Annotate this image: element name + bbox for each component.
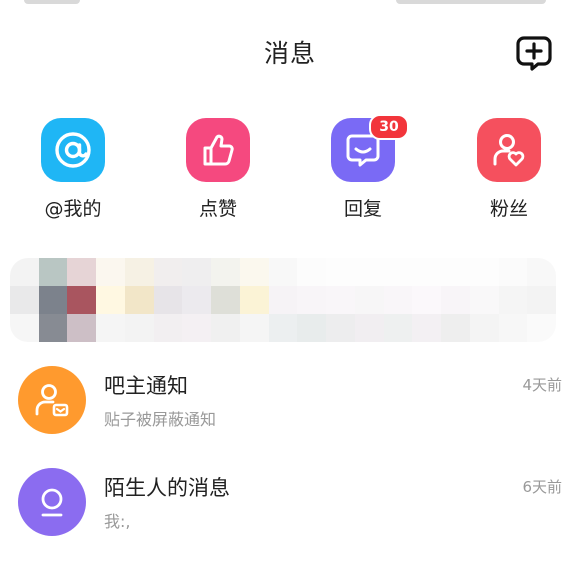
messages-page: 消息 @我的 点赞 30 回复 粉丝 吧主通知 贴子被屏蔽通知 4天前 陌生人的… [0, 0, 580, 561]
item-title: 吧主通知 [104, 374, 188, 398]
item-subtitle: 贴子被屏蔽通知 [104, 410, 217, 429]
person-icon [41, 488, 63, 517]
list-item-stranger-messages[interactable]: 陌生人的消息 我:, 6天前 [0, 466, 580, 546]
likes-tile [186, 118, 250, 182]
category-label: 回复 [343, 198, 382, 220]
category-replies[interactable]: 30 回复 [303, 114, 423, 221]
list-item-admin-notice[interactable]: 吧主通知 贴子被屏蔽通知 4天前 [0, 364, 580, 444]
category-label: 粉丝 [489, 198, 528, 220]
category-at-me[interactable]: @我的 [13, 118, 133, 221]
at-icon [55, 132, 91, 168]
compose-chat-icon [516, 36, 552, 71]
fan-user-heart-icon [493, 134, 525, 167]
category-row: @我的 点赞 30 回复 粉丝 [0, 114, 580, 228]
status-bar [0, 0, 580, 8]
item-title: 陌生人的消息 [104, 476, 230, 500]
thumbs-up-icon [203, 134, 234, 166]
item-time: 4天前 [522, 376, 562, 394]
page-title: 消息 [263, 39, 316, 68]
compose-button[interactable] [514, 32, 554, 72]
status-icons-fragment [396, 0, 546, 4]
reply-count-badge: 30 [369, 114, 409, 140]
header: 消息 [0, 28, 580, 76]
fans-tile [477, 118, 541, 182]
admin-user-icon [35, 384, 69, 417]
status-time-fragment [24, 0, 80, 4]
category-fans[interactable]: 粉丝 [449, 118, 569, 221]
category-label: @我的 [44, 198, 102, 220]
category-label: 点赞 [198, 198, 237, 220]
avatar [18, 366, 86, 434]
item-subtitle: 我:, [104, 512, 131, 531]
avatar [18, 468, 86, 536]
blurred-banner[interactable] [10, 258, 556, 342]
item-time: 6天前 [522, 478, 562, 496]
at-tile [41, 118, 105, 182]
category-likes[interactable]: 点赞 [158, 118, 278, 221]
replies-tile: 30 [331, 114, 409, 182]
